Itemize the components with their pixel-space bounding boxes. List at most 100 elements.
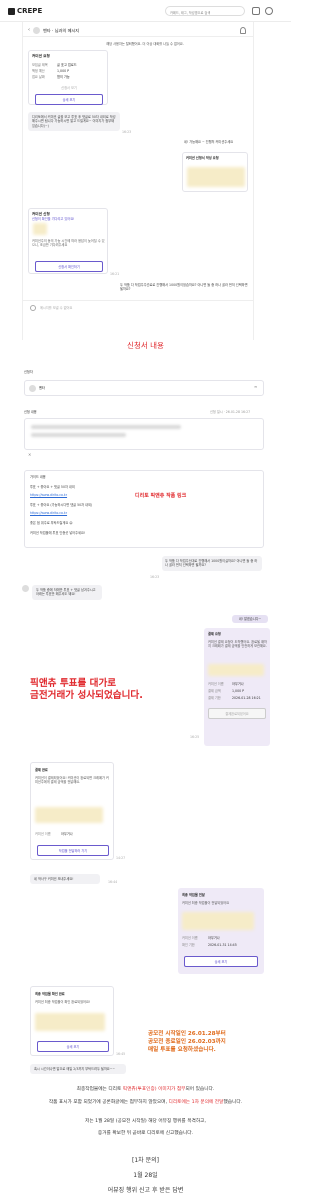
avatar — [22, 585, 29, 592]
detail-button[interactable]: 상세 보기 — [37, 1041, 109, 1052]
send-icon[interactable]: ✉ — [254, 385, 257, 389]
inquiry-date: 1월 28일 — [133, 1172, 158, 1179]
message-bubble: 두 작품 중에 저에만 투표 + 댓글 남겨주시고 아래는 투표만 해주셔도 돼… — [32, 585, 102, 600]
caption-text: 최종작업물에는 디리토 — [76, 1087, 123, 1092]
commission-apply-card: 커미션 신청 신청이 확인을 기다리고 있어요! 커미션주의 동의 가능 시간에… — [28, 208, 108, 274]
message-bubble: 네! 가능해요 ~ 진행처 커미션주세요 — [180, 137, 248, 148]
row-value: 아무거나 — [61, 832, 73, 836]
attach-icon[interactable] — [30, 305, 36, 311]
caption-line: 증거를 확보한 뒤 곧바로 디리토에 신고했습니다. — [97, 1131, 194, 1136]
guide-box: 가이드 내용 투표 + 좋아요 + 댓글 50자 내외 https://www.… — [24, 470, 264, 548]
row-label: 커미션 이름 — [208, 682, 224, 686]
orange-note-line: 공모전 시작일인 26.01.28부터 — [148, 1031, 226, 1037]
caption-highlight: 디리토에는 1차 문의에 전달 — [168, 1100, 224, 1105]
card-body: 커미션 최종 작업물이 확인 완료되었어요! — [35, 1000, 91, 1004]
section-heading: 신청서 내용 — [127, 341, 164, 350]
top-navigation-bar — [0, 0, 291, 22]
guide-label: 가이드 내용 — [30, 475, 46, 479]
row-value: 1,000 P — [57, 69, 70, 73]
red-headline: 픽앤츄 투표를 대가로 금전거래가 성사되었습니다. — [30, 678, 143, 702]
redacted-block — [35, 1013, 105, 1031]
row-label: 커미션 이름 — [35, 832, 51, 836]
message-bubble: 네! 알겠습니다~ — [232, 615, 268, 624]
timestamp: 16:23 — [122, 130, 132, 134]
row-label: 책정 예산 — [32, 69, 45, 73]
row-label: 커미션 이름 — [182, 936, 198, 940]
avatar — [33, 27, 40, 34]
logo-mark-icon — [8, 7, 15, 15]
row-value: 2026-01-31 14:45 — [208, 943, 237, 947]
orange-note-line: 매일 투표를 요청하셨습니다. — [148, 1047, 216, 1054]
caption-line: 작품 표시가 포함 되었기에 공론화글에는 첨부하지 않았으며, 디리토에는 1… — [0, 1099, 291, 1105]
commission-request-card: 커미션 요청 모집글 제목 글 표고 업로드 책정 예산 1,000 P 접요 … — [28, 50, 108, 105]
proposal-card: 커미션 신청서 작성 요청 — [182, 152, 248, 192]
applicant-row: 벤타 ✉ — [24, 380, 264, 396]
card-title: 최종 작업물 확인 완료 — [35, 992, 65, 996]
card-title: 결제 요청 — [208, 632, 221, 636]
divider — [22, 300, 254, 301]
card-body: 커미션 최종 작업물이 전달되었어요 — [182, 901, 230, 905]
redacted-block — [208, 664, 264, 676]
timestamp: 16:23 — [150, 575, 160, 579]
logo[interactable]: CREPE — [8, 7, 42, 15]
row-label: 접요 날짜 — [32, 75, 45, 79]
avatar — [29, 385, 36, 392]
row-label: 모집글 제목 — [32, 63, 48, 67]
person-icon[interactable] — [240, 27, 246, 34]
user-icon[interactable] — [265, 7, 273, 15]
card-body: 커미션 결제 요청이 도착했어요. 완료될 때까지 크레페가 결제 금액을 안전… — [208, 640, 267, 649]
check-application-button[interactable]: 신청서 확인하기 — [35, 261, 103, 272]
detail-button[interactable]: 상세 보기 — [35, 94, 103, 105]
chat-title: 벤타 · 님과의 메시지 — [43, 28, 80, 33]
form-label: 신청자 — [24, 370, 33, 374]
search-input[interactable]: 카페드, 태그, 작성명으로 검색 — [165, 6, 245, 16]
card-title: 커미션 신청서 작성 요청 — [186, 156, 219, 160]
red-headline-line: 픽앤츄 투표를 대가로 — [30, 678, 117, 689]
row-value: 협의 가능 — [57, 75, 70, 79]
card-status: 신청서 보기 — [61, 86, 77, 90]
guide-link[interactable]: https://www.dirito.co.kr — [30, 511, 67, 515]
redacted-block — [33, 223, 47, 235]
guide-line: 커미션 작업물에 투표 인증샷 넣어주세요! — [30, 531, 86, 535]
row-label: 결제 기한 — [208, 696, 221, 700]
row-value: 1,000 P — [232, 689, 245, 693]
detail-button[interactable]: 상세 보기 — [184, 956, 258, 967]
final-delivery-card: 최종 작업물 전달 커미션 최종 작업물이 전달되었어요 커미션 이름 아무거나… — [178, 888, 264, 974]
timestamp: 16:25 — [190, 735, 200, 739]
orange-note-line: 공모전 종료일인 26.02.03까지 — [148, 1039, 226, 1046]
caption-highlight: 픽앤츄(투표인증) 이미지가 첨부 — [122, 1087, 186, 1092]
guide-link[interactable]: https://www.dirito.co.kr — [30, 493, 67, 497]
row-value: 아무거나 — [232, 682, 244, 686]
message-bubble: 혹시 시간이나면 말으로 매일 2/3까지 부탁드려두 될까요~~ — [30, 1064, 126, 1075]
timestamp: 16:21 — [110, 272, 120, 276]
message-input[interactable]: 메시지를 보낼 수 없어요 — [40, 306, 72, 310]
redacted-text — [31, 425, 181, 429]
close-icon[interactable]: ✕ — [28, 452, 31, 457]
caption-line: 저는 1월 28일 (공모전 시작일) 해당 어뷰징 행위를 목격하고, — [85, 1119, 206, 1124]
form-label: 신청 내용 — [24, 410, 37, 414]
back-arrow-icon[interactable]: ‹ — [28, 27, 30, 33]
card-body: 커미션이 결제되었어요! 커미션이 완료되면 크레페가 커미션주에게 결제 금액… — [35, 776, 109, 785]
logo-text: CREPE — [17, 7, 43, 15]
guide-line: 투표 + 좋아요 (가능하시다면 댓글 50자 내외) — [30, 503, 93, 507]
payment-complete-button[interactable]: 결제완료되었어요 — [208, 708, 266, 719]
system-notice: 해당 사용자는 탈퇴했어요. 더 이상 대화를 나눌 수 없어요. — [106, 42, 184, 46]
deliver-work-button[interactable]: 작업물 전달하러 가기 — [37, 845, 109, 856]
applicant-name: 벤타 — [39, 386, 45, 390]
redacted-block — [182, 912, 254, 930]
payment-complete-card: 결제 완료 커미션이 결제되었어요! 커미션이 완료되면 크레페가 커미션주에게… — [30, 762, 114, 860]
caption-text: 했습니다. — [223, 1100, 243, 1105]
red-headline-line: 금전거래가 성사되었습니다. — [30, 689, 143, 701]
caption-text: 작품 표시가 포함 되었기에 공론화글에는 첨부하지 않았으며, — [48, 1100, 169, 1105]
guide-line: 좋은 점 위주로 부탁드릴게요 😊 — [30, 521, 73, 525]
annotation-dirito-link: 디리토 픽앤츄 작품 링크 — [135, 493, 187, 499]
row-value: 아무거나 — [208, 936, 220, 940]
message-bubble: 두 작품 다 작업주신대로 진행해서 1000원이실까요? 아니면 둘 중 하나… — [162, 556, 262, 571]
card-title: 결제 완료 — [35, 768, 48, 772]
card-title: 최종 작업물 전달 — [182, 893, 205, 897]
card-title: 커미션 요청 — [32, 54, 50, 58]
guide-line: 투표 + 좋아요 + 댓글 50자 내외 — [30, 485, 75, 489]
timestamp: 14:27 — [116, 856, 126, 860]
bell-icon[interactable] — [252, 7, 260, 15]
redacted-block — [187, 167, 245, 187]
